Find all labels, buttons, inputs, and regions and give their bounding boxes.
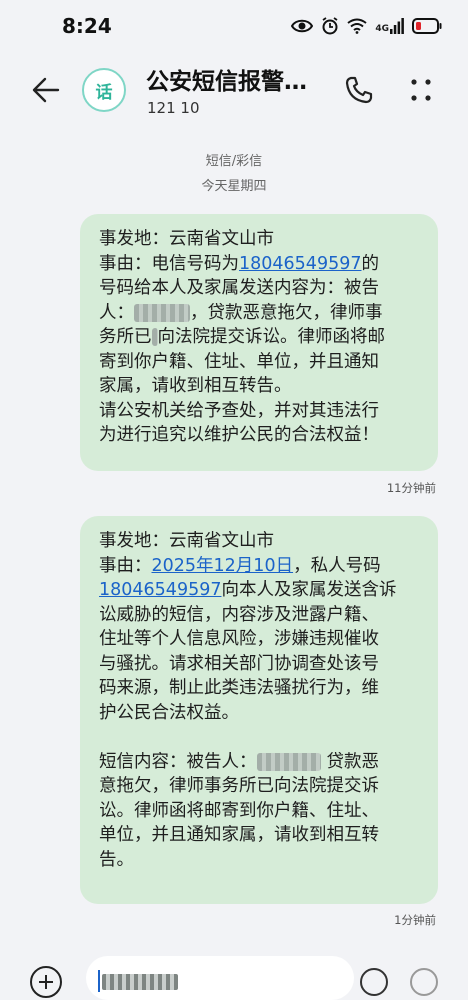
message-text: 向本人及家属发送含诉 <box>221 580 397 600</box>
message-line: 与骚扰。请求相关部门协调查处该号 <box>99 653 379 674</box>
signal-icon: 4G <box>375 18 404 34</box>
message-line: 讼。律师函将邮寄到你户籍、住址、 <box>99 800 379 821</box>
message-line: 事发地：云南省文山市 <box>99 229 274 249</box>
message-line: 请公安机关给予查处，并对其违法行 <box>99 400 379 421</box>
message-line: 18046549597向本人及家属发送含诉 <box>99 578 428 603</box>
message-line: 意拖欠，律师事务所已向法院提交诉 <box>99 776 379 796</box>
contact-number: 121 10 <box>147 99 200 117</box>
message-line: 事由：2025年12月10日，私人号码 <box>99 554 428 579</box>
battery-icon <box>412 18 442 34</box>
redacted-draft-text <box>102 974 178 990</box>
eye-comfort-icon <box>291 18 314 34</box>
call-button[interactable] <box>342 73 376 107</box>
message-line: 讼威胁的短信，内容涉及泄露户籍、 <box>99 604 379 625</box>
emoji-icon[interactable] <box>360 968 388 996</box>
date-link[interactable]: 2025年12月10日 <box>152 556 294 576</box>
message-type-label: 短信/彩信 <box>205 154 263 169</box>
message-line: 事发地：云南省文山市 <box>99 531 274 551</box>
contact-name[interactable]: 公安短信报警… <box>146 62 332 96</box>
message-text: 贷款恶 <box>326 751 380 772</box>
contact-avatar[interactable]: 话 <box>82 68 126 112</box>
redacted-name <box>256 752 321 771</box>
status-icons: 4G <box>291 17 442 35</box>
phone-icon <box>345 76 373 104</box>
network-type-label: 4G <box>375 24 389 34</box>
more-dots-icon <box>411 79 431 101</box>
status-time: 8:24 <box>62 14 112 38</box>
message-text: 的 <box>361 253 379 274</box>
redacted-mark <box>151 328 158 346</box>
message-line: 告。 <box>99 849 134 870</box>
message-text: 务所已 <box>99 327 152 347</box>
conversation-header: 话 公安短信报警… 121 10 <box>0 56 468 128</box>
attach-plus-icon[interactable] <box>30 966 62 998</box>
status-bar: 8:24 4G <box>0 0 468 56</box>
wifi-icon <box>347 18 367 34</box>
redacted-name <box>134 303 190 322</box>
back-button[interactable] <box>28 72 64 108</box>
text-cursor <box>98 970 100 992</box>
message-line: 事由：电信号码为18046549597的 <box>99 252 428 277</box>
message-line: 护公民合法权益。 <box>99 702 239 723</box>
phone-link[interactable]: 18046549597 <box>99 580 221 600</box>
message-text: ，私人号码 <box>293 555 381 576</box>
message-line: 码来源，制止此类违法骚扰行为，维 <box>99 678 379 698</box>
message-line: 住址等个人信息风险，涉嫌违规催收 <box>99 629 379 649</box>
message-line: 短信内容：被告人： 贷款恶 <box>99 750 428 775</box>
message-bubble[interactable]: 事发地：云南省文山市 事由：2025年12月10日，私人号码 180465495… <box>80 516 438 904</box>
message-composer <box>0 946 468 1000</box>
message-line: 单位，并且通知家属，请收到相互转 <box>99 825 379 845</box>
message-bubble[interactable]: 事发地：云南省文山市 事由：电信号码为18046549597的 号码给本人及家属… <box>80 214 438 471</box>
more-options-button[interactable] <box>404 73 438 107</box>
message-text: 事由： <box>99 555 152 576</box>
back-arrow-icon <box>32 77 60 103</box>
message-input[interactable] <box>86 956 354 1000</box>
send-icon[interactable] <box>410 968 438 996</box>
message-timestamp: 1分钟前 <box>394 913 436 927</box>
message-text: 事由：电信号码为 <box>99 253 239 274</box>
message-line: 号码给本人及家属发送内容为：被告 <box>99 278 379 298</box>
message-text: 向法院提交诉讼。律师函将邮 <box>157 327 386 347</box>
message-text: ，贷款恶意拖欠，律师事 <box>190 302 383 323</box>
message-line: 为进行追究以维护公民的合法权益！ <box>99 425 379 445</box>
message-line: 家属，请收到相互转告。 <box>99 376 292 396</box>
date-label: 今天星期四 <box>201 179 267 194</box>
message-timestamp: 11分钟前 <box>386 481 436 495</box>
message-line: 人： ，贷款恶意拖欠，律师事 <box>99 301 428 326</box>
phone-link[interactable]: 18046549597 <box>239 254 361 274</box>
message-line: 寄到你户籍、住址、单位，并且通知 <box>99 351 379 372</box>
alarm-icon <box>321 17 339 35</box>
message-text: 人： <box>99 302 134 323</box>
message-line: 务所已 向法院提交诉讼。律师函将邮 <box>99 325 428 350</box>
message-text: 短信内容：被告人： <box>99 751 257 772</box>
